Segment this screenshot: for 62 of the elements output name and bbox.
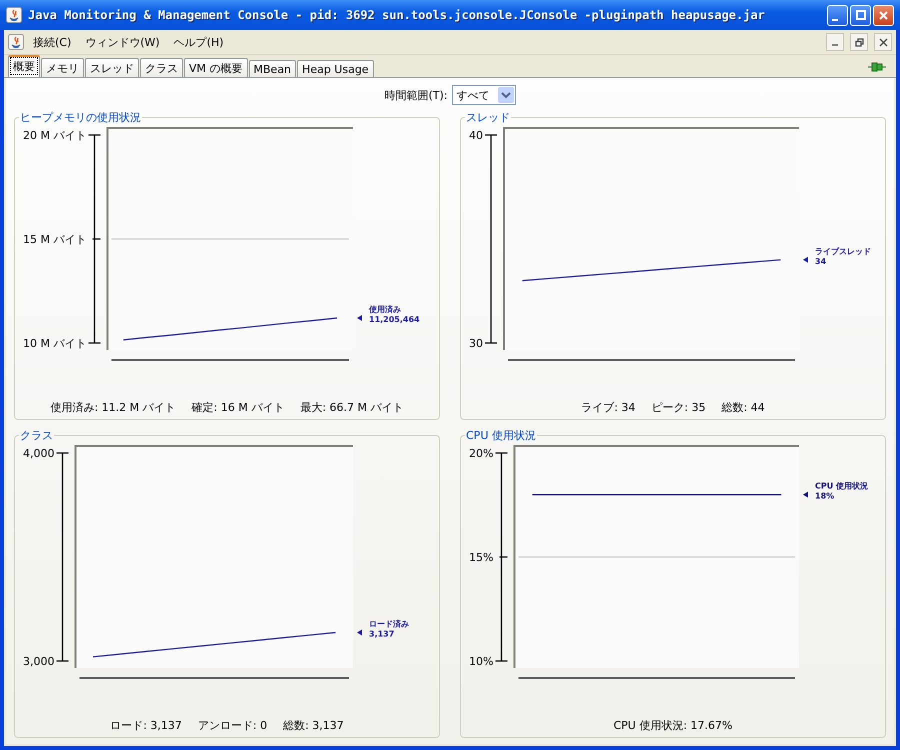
app-icon: [8, 34, 24, 50]
close-icon: [879, 10, 888, 20]
tab[interactable]: VM の概要: [184, 58, 248, 77]
marker-icon: [357, 630, 362, 636]
menu-item[interactable]: 接続(C): [28, 32, 76, 52]
summary-text: アンロード: 0: [198, 718, 268, 733]
tab[interactable]: スレッド: [85, 58, 139, 77]
legend-value: 34: [815, 256, 826, 266]
plug-icon: [868, 62, 886, 72]
summary-text: 総数: 3,137: [283, 718, 344, 733]
marker-icon: [803, 492, 808, 498]
legend-label: ライブスレッド: [815, 246, 871, 256]
axis-label: 20 M バイト: [23, 129, 86, 142]
axis-label: 3,000: [23, 655, 54, 668]
panel-title: ヒープメモリの使用状況: [19, 110, 142, 125]
legend-value: 11,205,464: [369, 315, 420, 324]
tab[interactable]: Heap Usage: [297, 60, 374, 77]
axis-label: 40: [469, 129, 483, 142]
legend-label: CPU 使用状況: [815, 482, 868, 491]
legend-value: 3,137: [369, 630, 394, 638]
summary-text: 最大: 66.7 M バイト: [300, 400, 404, 415]
restore-button[interactable]: [850, 33, 868, 51]
menu-item[interactable]: ヘルプ(H): [168, 32, 229, 52]
close-button[interactable]: [874, 33, 892, 51]
panel-title: CPU 使用状況: [465, 428, 537, 443]
summary-text: ロード: 3,137: [110, 718, 182, 733]
restore-icon: [854, 38, 864, 46]
tab[interactable]: メモリ: [41, 58, 84, 77]
summary-text: 確定: 16 M バイト: [192, 400, 284, 415]
summary-text: 総数: 44: [722, 400, 765, 415]
legend-label: ロード済み: [369, 620, 409, 628]
summary-text: CPU 使用状況: 17.67%: [613, 718, 732, 733]
panel-title: クラス: [19, 428, 54, 443]
axis-label: 10 M バイト: [23, 337, 86, 350]
time-range-dropdown[interactable]: すべて: [452, 85, 516, 105]
legend-value: 18%: [815, 492, 834, 501]
tab[interactable]: クラス: [140, 58, 183, 77]
legend-label: 使用済み: [369, 305, 401, 314]
axis-label: 15 M バイト: [23, 233, 86, 246]
summary-text: 使用済み: 11.2 M バイト: [50, 400, 176, 415]
marker-icon: [803, 256, 808, 263]
app-icon: [6, 7, 22, 23]
axis-label: 30: [469, 337, 483, 350]
minimize-icon: [832, 18, 838, 20]
maximize-button[interactable]: [850, 4, 871, 26]
caret-icon: [498, 87, 514, 103]
axis-label: 4,000: [23, 447, 54, 460]
summary-text: ライブ: 34: [581, 400, 636, 415]
panel-title: スレッド: [465, 110, 511, 125]
tab[interactable]: MBean: [248, 60, 296, 77]
axis-label: 15%: [469, 551, 494, 564]
tab[interactable]: 概要: [8, 55, 40, 77]
close-icon: [878, 38, 888, 46]
axis-label: 20%: [469, 447, 494, 460]
window-title: Java Monitoring & Management Console - pid: 3692 sun.tools.jconsole.JConsole -pluginpath heapusage.jar: [28, 8, 766, 22]
summary-text: ピーク: 35: [651, 400, 706, 415]
marker-icon: [357, 315, 362, 322]
minimize-icon: [832, 44, 838, 46]
menu-item[interactable]: ウィンドウ(W): [80, 32, 165, 52]
axis-label: 10%: [469, 655, 494, 668]
maximize-icon: [856, 10, 866, 20]
field-label: 時間範囲(T):: [384, 88, 448, 102]
